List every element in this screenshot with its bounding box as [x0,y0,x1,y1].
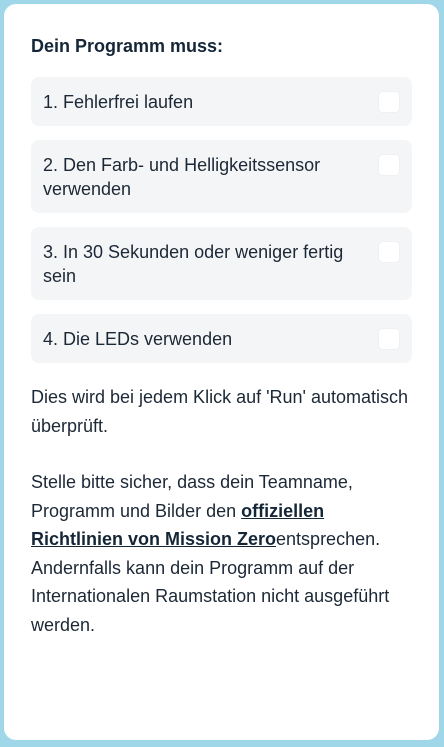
requirement-checkbox[interactable] [378,154,400,176]
requirement-label: 1. Fehlerfrei laufen [43,92,194,112]
requirement-checkbox[interactable] [378,328,400,350]
requirement-item-3[interactable]: 3. In 30 Sekunden oder weniger fertig se… [31,227,412,300]
requirement-item-1[interactable]: 1. Fehlerfrei laufen [31,77,412,126]
auto-check-note: Dies wird bei jedem Klick auf 'Run' auto… [31,387,409,436]
requirement-checkbox[interactable] [378,91,400,113]
requirement-item-2[interactable]: 2. Den Farb- und Helligkeitssensor verwe… [31,140,412,213]
requirement-item-4[interactable]: 4. Die LEDs verwenden [31,314,412,363]
requirement-label: 3. In 30 Sekunden oder weniger fertig se… [43,242,344,286]
guidelines-note: Stelle bitte sicher, dass dein Teamname,… [31,468,412,639]
panel-heading: Dein Programm muss: [31,36,224,56]
requirement-checkbox[interactable] [378,241,400,263]
requirement-label: 2. Den Farb- und Helligkeitssensor verwe… [43,155,321,199]
requirement-label: 4. Die LEDs verwenden [43,329,233,349]
requirements-panel: Dein Programm muss: 1. Fehlerfrei laufen… [4,4,439,740]
